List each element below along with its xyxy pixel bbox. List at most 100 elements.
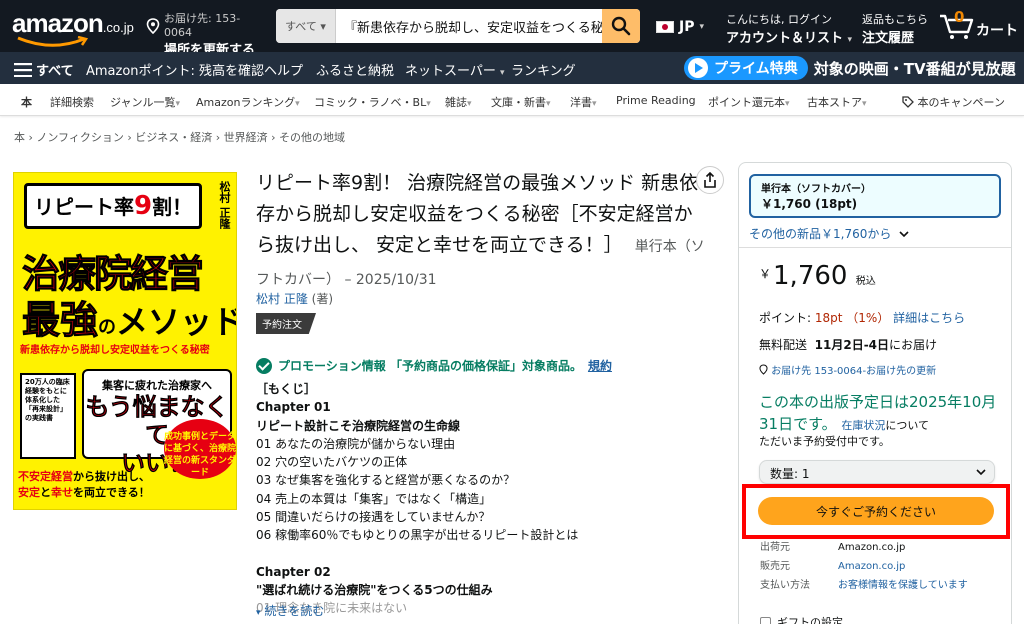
subnav-item-advanced-search[interactable]: 詳細検索 — [50, 94, 94, 110]
toc-line: Chapter 01 — [256, 400, 331, 415]
language-label: JP — [679, 19, 695, 35]
nav-item-help[interactable]: ヘルプ — [264, 60, 303, 79]
deliver-line1: お届け先: 153-0064 — [164, 12, 241, 39]
book-cover-image[interactable]: リピート率9割！ 松村 正隆 治療院経営 最強のメソッド 新患依存から脱却し安定… — [13, 172, 237, 510]
cover-bottom-text: 不安定経営から抜け出し、 安定と幸せを両立できる！ — [18, 470, 150, 499]
format-option-paperback[interactable]: 単行本（ソフトカバー） ￥1,760 (18pt) — [749, 174, 1001, 218]
seller-info-value[interactable]: お客様情報を保護しています — [838, 576, 968, 595]
toc-line: ［もくじ］ — [256, 382, 317, 396]
share-button[interactable] — [696, 166, 724, 194]
search-bar: すべて ▾ 『新患依存から脱却し、安定収益をつくる秘 — [276, 9, 640, 43]
toc-line: 01 あなたの治療院が儲からない理由 — [256, 436, 456, 451]
toc-line: 03 なぜ集客を強化すると経営が悪くなるのか？ — [256, 473, 516, 488]
subnav-item-genres[interactable]: ジャンル一覧▾ — [110, 94, 180, 110]
japan-flag-icon — [656, 21, 674, 33]
account-menu[interactable]: こんにちは, ログイン アカウント＆リスト ▾ — [726, 11, 852, 46]
terms-link[interactable]: 規約 — [588, 357, 612, 374]
nav-item-netsuper[interactable]: ネットスーパー ▾ — [405, 60, 505, 79]
main-nav: すべて Amazonポイント: 残高を確認 ヘルプ ふるさと納税 ネットスーパー… — [0, 52, 1024, 84]
subnav-item-bunko[interactable]: 文庫・新書▾ — [491, 94, 551, 110]
seller-info-row: 販売元 Amazon.co.jp — [760, 557, 968, 576]
all-menu-button[interactable]: すべて — [14, 60, 74, 79]
chevron-down-icon — [899, 231, 909, 238]
stock-link[interactable]: 在庫状況 — [841, 419, 885, 432]
toc-line: 06 稼働率60％でもゆとりの黒字が出せるリピート設計とは — [256, 528, 579, 543]
cart-count: 0 — [954, 8, 965, 26]
release-info: この本の出版予定日は2025年10月31日です。 在庫状況について — [759, 393, 997, 433]
language-selector[interactable]: JP ▾ — [656, 19, 704, 35]
subnav-item-comics[interactable]: コミック・ラノベ・BL▾ — [314, 94, 431, 110]
quantity-select[interactable]: 数量: 1 — [759, 460, 995, 484]
toc-line: Chapter 02 — [256, 564, 331, 579]
author-line: 松村 正隆 (著) — [256, 292, 334, 306]
prime-banner[interactable]: プライム特典 対象の映画・TV番組が見放題 — [684, 52, 1024, 84]
nav-item-ranking[interactable]: ランキング — [511, 60, 576, 79]
price: ￥1,760 税込 — [759, 261, 876, 291]
cart-button[interactable]: 0 カート — [938, 8, 1018, 40]
delivery-info: 無料配送 11月2日-4日にお届け — [759, 338, 938, 352]
divider — [739, 247, 1011, 248]
promotion-info: プロモーション情報 「予約商品の価格保証」対象商品。 規約 — [256, 357, 612, 374]
author-link[interactable]: 松村 正隆 — [256, 292, 308, 306]
subnav-item-points-books[interactable]: ポイント還元本▾ — [708, 94, 790, 110]
cover-title-line2: 最強のメソッド — [21, 298, 237, 343]
breadcrumb[interactable]: 本 › ノンフィクション › ビジネス・経済 › 世界経済 › その他の地域 — [14, 129, 345, 145]
chevron-down-icon: ▾ — [699, 22, 705, 32]
other-new-offers[interactable]: その他の新品￥1,760から — [749, 225, 909, 242]
logo-text: amazon.co.jp — [12, 8, 134, 38]
points-info: ポイント: 18pt （1%） 詳細はこちら — [759, 311, 966, 325]
subnav-item-prime-reading[interactable]: Prime Reading — [616, 94, 696, 107]
orders-link[interactable]: 返品もこちら 注文履歴 — [862, 11, 928, 46]
cart-label: カート — [976, 23, 1018, 39]
availability: ただいま予約受付中です。 — [759, 435, 890, 448]
account-lists: アカウント＆リスト ▾ — [726, 31, 853, 46]
search-category-select[interactable]: すべて ▾ — [276, 9, 336, 43]
play-icon — [688, 58, 708, 78]
search-button[interactable] — [602, 9, 640, 43]
subnav-item-ranking[interactable]: Amazonランキング▾ — [196, 94, 300, 110]
cover-side-box: 20万人の臨床経験をもとに体系化した「再来設計」の実践書 — [20, 373, 76, 459]
gift-checkbox[interactable] — [760, 616, 771, 624]
cover-badge: 成功事例とデータに基づく、治療院経営の新スタンダード — [164, 419, 236, 479]
books-subnav: 本 詳細検索 ジャンル一覧▾ Amazonランキング▾ コミック・ラノベ・BL▾… — [0, 84, 1024, 116]
returns-label: 返品もこちら — [862, 13, 928, 26]
seller-info-key: 支払い方法 — [760, 580, 810, 591]
prime-pill: プライム特典 — [684, 56, 808, 80]
points-detail-link[interactable]: 詳細はこちら — [893, 311, 965, 325]
gift-option[interactable]: ギフトの設定 — [760, 614, 843, 624]
delivery-address-link[interactable]: お届け先 153-0064-お届け先の更新 — [759, 362, 936, 377]
seller-info-row: 支払い方法 お客様情報を保護しています — [760, 576, 968, 595]
nav-item-furusato[interactable]: ふるさと納税 — [316, 60, 394, 79]
account-greeting: こんにちは, ログイン — [726, 13, 832, 26]
tag-icon — [902, 96, 914, 108]
deliver-to[interactable]: お届け先: 153-0064 場所を更新する — [146, 10, 266, 58]
subnav-item-used-store[interactable]: 古本ストア▾ — [807, 94, 867, 110]
toc-line: "選ばれ続ける治療院"をつくる5つの仕組み — [256, 582, 493, 597]
toc-line: 04 売上の本質は「集客」ではなく「構造」 — [256, 491, 492, 506]
subnav-item-magazines[interactable]: 雑誌▾ — [445, 94, 472, 110]
top-nav: amazon.co.jp お届け先: 153-0064 場所を更新する すべて … — [0, 0, 1024, 58]
share-icon — [704, 172, 716, 188]
format-price: ￥1,760 (18pt) — [761, 197, 858, 211]
nav-item-points[interactable]: Amazonポイント: 残高を確認 — [86, 60, 264, 79]
gift-label: ギフトの設定 — [777, 616, 843, 624]
search-icon — [611, 16, 631, 36]
cover-author: 松村 正隆 — [218, 181, 231, 229]
format-name: 単行本（ソフトカバー） — [761, 184, 871, 195]
seller-info-value: Amazon.co.jp — [838, 542, 906, 553]
check-circle-icon — [256, 357, 272, 374]
seller-info-key: 販売元 — [760, 561, 790, 572]
hamburger-icon — [14, 63, 32, 78]
subnav-item-books[interactable]: 本 — [21, 94, 32, 110]
toc-line: 05 間違いだらけの接遇をしていませんか？ — [256, 510, 491, 525]
seller-info-value[interactable]: Amazon.co.jp — [838, 557, 905, 576]
subnav-item-foreign-books[interactable]: 洋書▾ — [570, 94, 597, 110]
read-more-link[interactable]: ▾ 続きを読む — [256, 602, 324, 619]
chevron-down-icon: ▾ — [256, 608, 261, 618]
preorder-button[interactable]: 今すぐご予約ください — [758, 497, 994, 525]
location-pin-icon — [759, 364, 768, 375]
subnav-item-campaign[interactable]: 本のキャンペーン — [902, 94, 1005, 110]
amazon-logo[interactable]: amazon.co.jp — [12, 8, 134, 47]
search-input[interactable]: 『新患依存から脱却し、安定収益をつくる秘 — [336, 9, 602, 43]
preorder-tag: 予約注文 — [256, 313, 316, 334]
